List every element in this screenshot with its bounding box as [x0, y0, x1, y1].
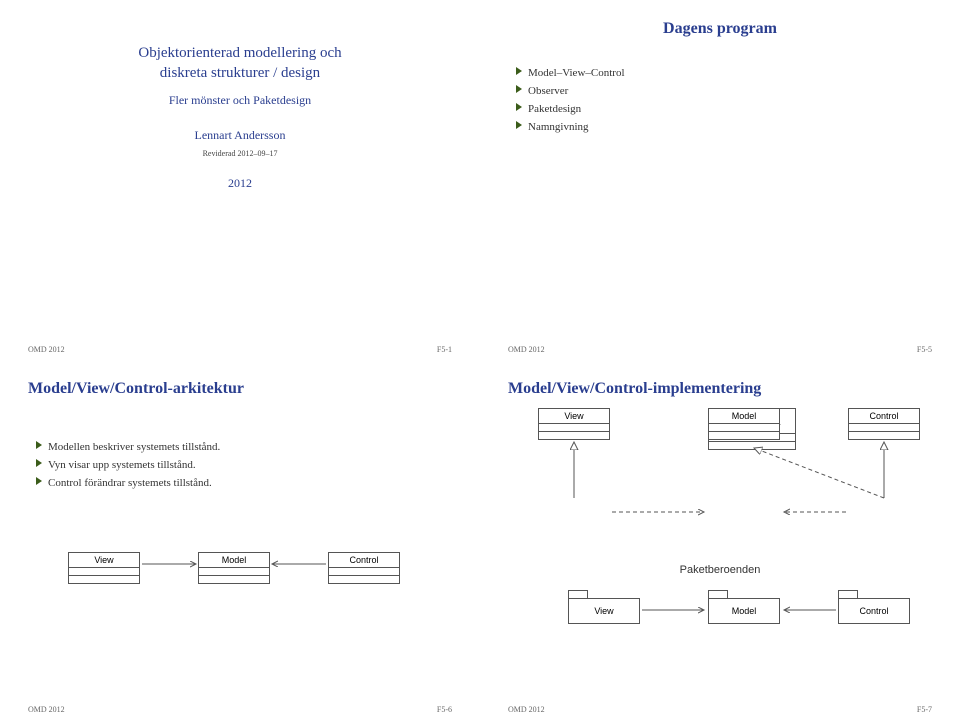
subtitle: Fler mönster och Paketdesign	[28, 93, 452, 108]
year: 2012	[28, 176, 452, 191]
list-item: Observer	[516, 82, 932, 100]
arrows-icon	[28, 522, 448, 662]
package-diagram: View Model Control	[508, 580, 932, 650]
uml-view: View	[68, 552, 140, 584]
mvc-class-diagram: JFrame <<interface>>ActionListener JButt…	[508, 408, 932, 558]
mvc-arch-slide: Model/View/Control-arkitektur Modellen b…	[0, 360, 480, 720]
bullet-icon	[36, 441, 42, 449]
slide-title: Model/View/Control-implementering	[508, 380, 932, 398]
list-item: Control förändrar systemets tillstånd.	[36, 474, 452, 492]
footer-right: F5-7	[917, 705, 932, 714]
uml-view: View	[538, 408, 610, 440]
uml-control: Control	[328, 552, 400, 584]
list-item: Namngivning	[516, 118, 932, 136]
footer-left: OMD 2012	[508, 705, 545, 714]
pkg-model: Model	[708, 590, 780, 624]
title-slide: Objektorienterad modellering och diskret…	[0, 0, 480, 360]
footer-right: F5-5	[917, 345, 932, 354]
bullet-icon	[516, 121, 522, 129]
pkg-view: View	[568, 590, 640, 624]
bullet-icon	[36, 459, 42, 467]
bullet-icon	[516, 67, 522, 75]
agenda-title: Dagens program	[508, 20, 932, 38]
list-item: Paketdesign	[516, 100, 932, 118]
paketberoenden-label: Paketberoenden	[508, 564, 932, 576]
footer-right: F5-1	[437, 345, 452, 354]
footer-left: OMD 2012	[508, 345, 545, 354]
list-item: Model–View–Control	[516, 64, 932, 82]
mvc-list: Modellen beskriver systemets tillstånd. …	[36, 438, 452, 492]
footer-left: OMD 2012	[28, 705, 65, 714]
list-item: Modellen beskriver systemets tillstånd.	[36, 438, 452, 456]
bullet-icon	[516, 103, 522, 111]
revised: Reviderad 2012–09–17	[28, 149, 452, 158]
agenda-slide: Dagens program Model–View–Control Observ…	[480, 0, 960, 360]
bullet-icon	[516, 85, 522, 93]
uml-model: Model	[198, 552, 270, 584]
course-title: Objektorienterad modellering och diskret…	[28, 44, 452, 83]
uml-model: Model	[708, 408, 780, 440]
bullet-icon	[36, 477, 42, 485]
pkg-control: Control	[838, 590, 910, 624]
uml-control: Control	[848, 408, 920, 440]
slide-title: Model/View/Control-arkitektur	[28, 380, 452, 398]
author: Lennart Andersson	[28, 128, 452, 143]
mvc-diagram: View Model Control	[28, 522, 452, 662]
footer-left: OMD 2012	[28, 345, 65, 354]
footer-right: F5-6	[437, 705, 452, 714]
list-item: Vyn visar upp systemets tillstånd.	[36, 456, 452, 474]
agenda-list: Model–View–Control Observer Paketdesign …	[516, 64, 932, 136]
mvc-impl-slide: Model/View/Control-implementering JFrame…	[480, 360, 960, 720]
